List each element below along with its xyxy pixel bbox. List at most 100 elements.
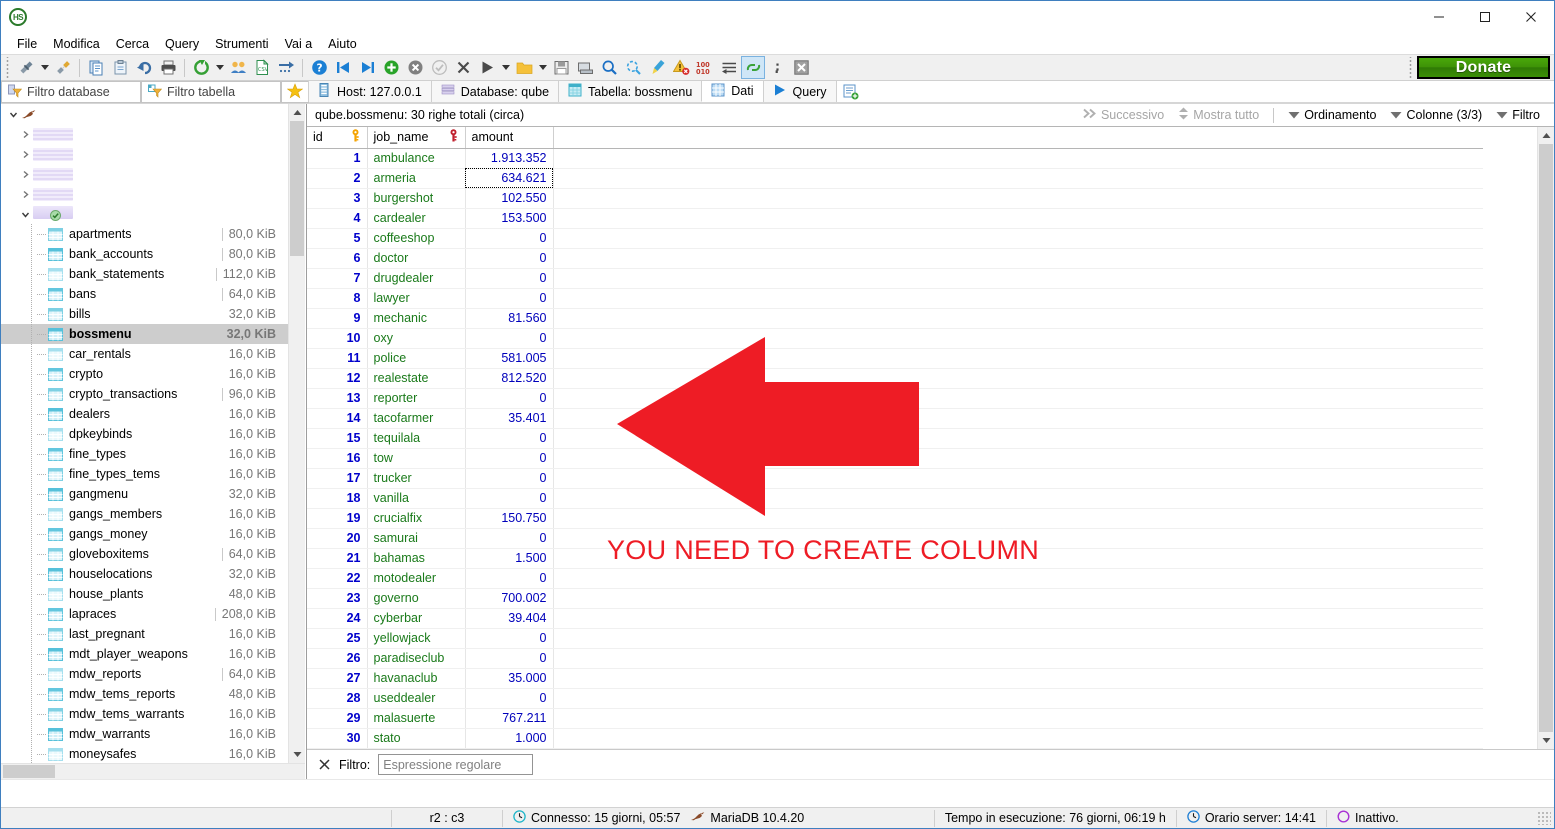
delete-row-icon[interactable]: [403, 56, 427, 79]
next-rows-button[interactable]: Successivo: [1076, 106, 1170, 124]
cell-id[interactable]: 2: [307, 168, 368, 189]
tree-root-node[interactable]: [1, 104, 288, 124]
tree-table-bossmenu[interactable]: bossmenu 32,0 KiB: [1, 324, 288, 344]
close-filter-icon[interactable]: [317, 759, 331, 770]
format-sql-icon[interactable]: [741, 56, 765, 79]
tab-query[interactable]: Query: [762, 81, 837, 102]
cell-amount[interactable]: 0: [465, 428, 554, 449]
cell-job-name[interactable]: burgershot: [367, 188, 466, 209]
cell-amount[interactable]: 0: [465, 288, 554, 309]
table-row[interactable]: 18 vanilla 0: [307, 488, 1483, 509]
table-row[interactable]: 1 ambulance 1.913.352: [307, 148, 1483, 169]
cell-id[interactable]: 29: [307, 708, 368, 729]
apply-icon[interactable]: [427, 56, 451, 79]
tree-horizontal-scrollbar[interactable]: [1, 763, 305, 779]
cell-amount[interactable]: 0: [465, 268, 554, 289]
cell-amount[interactable]: 0: [465, 248, 554, 269]
table-row[interactable]: 11 police 581.005: [307, 348, 1483, 369]
tree-table-moneysafes[interactable]: moneysafes 16,0 KiB: [1, 744, 288, 763]
maximize-button[interactable]: [1462, 1, 1508, 33]
tree-table-gangmenu[interactable]: gangmenu 32,0 KiB: [1, 484, 288, 504]
table-row[interactable]: 7 drugdealer 0: [307, 268, 1483, 289]
cell-amount[interactable]: 102.550: [465, 188, 554, 209]
menu-query[interactable]: Query: [157, 34, 207, 54]
run-query-icon[interactable]: [475, 56, 499, 79]
run-dropdown-icon[interactable]: [499, 56, 512, 79]
grid-header-id[interactable]: id: [307, 127, 368, 149]
table-row[interactable]: 4 cardealer 153.500: [307, 208, 1483, 229]
cell-job-name[interactable]: motodealer: [367, 568, 466, 589]
cell-job-name[interactable]: stato: [367, 728, 466, 749]
table-row[interactable]: 8 lawyer 0: [307, 288, 1483, 309]
chevron-down-icon[interactable]: [5, 104, 21, 124]
find-icon[interactable]: [597, 56, 621, 79]
columns-button[interactable]: Colonne (3/3): [1384, 106, 1488, 124]
save-icon[interactable]: [549, 56, 573, 79]
cell-amount[interactable]: 634.621: [465, 168, 554, 189]
resize-grip[interactable]: [1537, 811, 1551, 825]
tree-table-houselocations[interactable]: houselocations 32,0 KiB: [1, 564, 288, 584]
cell-amount[interactable]: 0: [465, 328, 554, 349]
cell-id[interactable]: 28: [307, 688, 368, 709]
replace-icon[interactable]: [621, 56, 645, 79]
save-as-icon[interactable]: [573, 56, 597, 79]
tree-table-gangs_members[interactable]: gangs_members 16,0 KiB: [1, 504, 288, 524]
table-filter-input[interactable]: Filtro tabella: [141, 81, 281, 103]
tab-dati[interactable]: Dati: [701, 81, 764, 102]
cell-job-name[interactable]: reporter: [367, 388, 466, 409]
cell-job-name[interactable]: drugdealer: [367, 268, 466, 289]
database-tree[interactable]: apartments 80,0 KiB bank_accounts 80,0 KiB b…: [1, 104, 288, 763]
chevron-down-icon[interactable]: [17, 204, 33, 224]
tree-scroll-down-button[interactable]: [289, 746, 305, 763]
cell-id[interactable]: 26: [307, 648, 368, 669]
table-row[interactable]: 15 tequilala 0: [307, 428, 1483, 449]
semicolon-icon[interactable]: [765, 56, 789, 79]
cell-amount[interactable]: 1.913.352: [465, 148, 554, 169]
clear-icon[interactable]: [645, 56, 669, 79]
table-row[interactable]: 6 doctor 0: [307, 248, 1483, 269]
table-row[interactable]: 14 tacofarmer 35.401: [307, 408, 1483, 429]
cell-job-name[interactable]: malasuerte: [367, 708, 466, 729]
cell-job-name[interactable]: coffeeshop: [367, 228, 466, 249]
cell-job-name[interactable]: crucialfix: [367, 508, 466, 529]
chevron-right-icon[interactable]: [17, 164, 33, 184]
cell-id[interactable]: 5: [307, 228, 368, 249]
tree-table-mdw_tems_reports[interactable]: mdw_tems_reports 48,0 KiB: [1, 684, 288, 704]
tree-table-dpkeybinds[interactable]: dpkeybinds 16,0 KiB: [1, 424, 288, 444]
cell-id[interactable]: 11: [307, 348, 368, 369]
cell-job-name[interactable]: lawyer: [367, 288, 466, 309]
table-row[interactable]: 16 tow 0: [307, 448, 1483, 469]
table-row[interactable]: 23 governo 700.002: [307, 588, 1483, 609]
cell-amount[interactable]: 39.404: [465, 608, 554, 629]
cell-id[interactable]: 22: [307, 568, 368, 589]
cell-amount[interactable]: 0: [465, 228, 554, 249]
cell-job-name[interactable]: havanaclub: [367, 668, 466, 689]
cell-id[interactable]: 24: [307, 608, 368, 629]
next-row-icon[interactable]: [355, 56, 379, 79]
cell-job-name[interactable]: cardealer: [367, 208, 466, 229]
cancel-icon[interactable]: [451, 56, 475, 79]
cell-job-name[interactable]: mechanic: [367, 308, 466, 329]
table-row[interactable]: 24 cyberbar 39.404: [307, 608, 1483, 629]
cell-job-name[interactable]: oxy: [367, 328, 466, 349]
cell-job-name[interactable]: tow: [367, 448, 466, 469]
cell-id[interactable]: 27: [307, 668, 368, 689]
cell-job-name[interactable]: paradiseclub: [367, 648, 466, 669]
grid-header-job_name[interactable]: job_name: [367, 127, 466, 149]
tree-scroll-up-button[interactable]: [289, 104, 305, 121]
cell-amount[interactable]: 0: [465, 528, 554, 549]
favorites-button[interactable]: [281, 81, 309, 103]
menu-aiuto[interactable]: Aiuto: [320, 34, 365, 54]
table-row[interactable]: 13 reporter 0: [307, 388, 1483, 409]
tree-table-bank_accounts[interactable]: bank_accounts 80,0 KiB: [1, 244, 288, 264]
toolbar-grip[interactable]: [5, 56, 12, 79]
cell-id[interactable]: 19: [307, 508, 368, 529]
export-csv-icon[interactable]: CSV: [250, 56, 274, 79]
tree-table-mdt_player_weapons[interactable]: mdt_player_weapons 16,0 KiB: [1, 644, 288, 664]
tree-database-node[interactable]: [1, 204, 288, 224]
cell-id[interactable]: 12: [307, 368, 368, 389]
binary-icon[interactable]: 100 010: [693, 56, 717, 79]
cell-amount[interactable]: 0: [465, 448, 554, 469]
data-grid[interactable]: id job_name amount 1 ambulance 1.913.352 2 arme…: [307, 127, 1483, 749]
error-icon[interactable]: [669, 56, 693, 79]
